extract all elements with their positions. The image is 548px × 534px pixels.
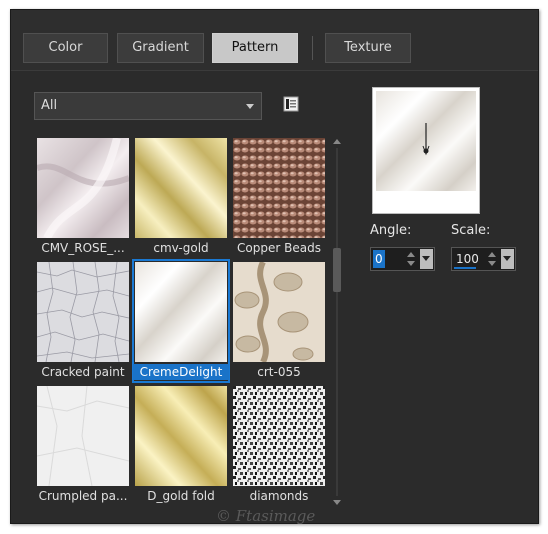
angle-label: Angle: [370, 223, 412, 238]
tab-pattern[interactable]: Pattern [212, 33, 298, 63]
angle-dropdown-button[interactable] [420, 249, 433, 269]
scroll-track[interactable] [336, 148, 338, 496]
pattern-item[interactable]: crt-055 [231, 260, 327, 382]
angle-stepper[interactable] [405, 249, 417, 269]
tab-color[interactable]: Color [23, 33, 108, 63]
pattern-thumbnail-diamonds [233, 386, 325, 486]
pattern-thumbnail-rose [37, 138, 129, 238]
pattern-thumbnail-crumpled-paper [37, 386, 129, 486]
pattern-label: crt-055 [257, 365, 301, 379]
pattern-grid: CMV_ROSE_... cmv-gold Copper Beads Crack… [34, 136, 346, 508]
scroll-thumb[interactable] [333, 248, 341, 292]
pattern-thumbnail-d-gold-fold [135, 386, 227, 486]
dropdown-arrow-icon [422, 256, 430, 261]
pattern-thumbnail-gold [135, 138, 227, 238]
category-value: All [41, 98, 58, 113]
pattern-thumbnail-cracked-paint [37, 262, 129, 362]
pattern-label: cmv-gold [153, 241, 209, 255]
scale-spinbox[interactable]: 100 [451, 247, 516, 271]
pattern-label: diamonds [249, 489, 309, 503]
pattern-label: Copper Beads [237, 241, 321, 255]
pattern-label: CremeDelight [133, 364, 229, 380]
pattern-thumbnail-creme-delight [135, 262, 227, 362]
scroll-down-icon[interactable] [333, 500, 341, 505]
pattern-item[interactable]: Copper Beads [231, 136, 327, 258]
tab-separator [312, 36, 313, 60]
pattern-thumbnail-copper-beads [233, 138, 325, 238]
spin-down-icon[interactable] [488, 261, 496, 266]
pattern-item[interactable]: diamonds [231, 384, 327, 506]
material-properties-panel: Color Gradient Pattern Texture All CMV_R… [10, 9, 539, 525]
library-icon[interactable] [283, 96, 299, 112]
dropdown-arrow-icon [246, 104, 254, 109]
scale-slider-bar[interactable] [454, 267, 476, 269]
spin-up-icon[interactable] [488, 252, 496, 257]
tab-bar: Color Gradient Pattern Texture [11, 10, 538, 71]
pattern-preview [372, 87, 480, 214]
pattern-thumbnail-crt-055 [233, 262, 325, 362]
tab-texture[interactable]: Texture [325, 33, 411, 63]
scale-stepper[interactable] [486, 249, 498, 269]
tab-gradient[interactable]: Gradient [117, 33, 204, 63]
watermark: © Ftasimage [216, 507, 316, 525]
dropdown-arrow-icon [503, 256, 511, 261]
pattern-item[interactable]: CremeDelight [132, 259, 230, 383]
spin-down-icon[interactable] [407, 261, 415, 266]
scroll-up-icon[interactable] [333, 139, 341, 144]
pattern-label: D_gold fold [147, 489, 215, 503]
scale-value[interactable]: 100 [454, 250, 481, 268]
pattern-item[interactable]: Cracked paint [35, 260, 131, 382]
pattern-item[interactable]: CMV_ROSE_... [35, 136, 131, 258]
scale-label: Scale: [451, 223, 491, 238]
pattern-item[interactable]: D_gold fold [133, 384, 229, 506]
pattern-item[interactable]: cmv-gold [133, 136, 229, 258]
pattern-label: Crumpled pa... [38, 489, 128, 503]
angle-spinbox[interactable]: 0 [370, 247, 435, 271]
pattern-grid-scrollbar[interactable] [330, 136, 344, 508]
pattern-item[interactable]: Crumpled pa... [35, 384, 131, 506]
angle-value[interactable]: 0 [373, 250, 385, 268]
scale-dropdown-button[interactable] [501, 249, 514, 269]
pattern-label: CMV_ROSE_... [41, 241, 125, 255]
spin-up-icon[interactable] [407, 252, 415, 257]
pattern-label: Cracked paint [41, 365, 125, 379]
category-dropdown[interactable]: All [34, 92, 262, 120]
